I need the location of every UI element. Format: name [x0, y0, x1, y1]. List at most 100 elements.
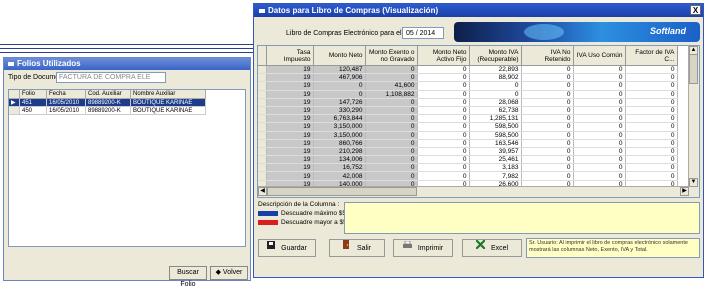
- table-cell[interactable]: 41,600: [365, 81, 418, 91]
- table-cell[interactable]: 0: [365, 155, 418, 165]
- table-cell[interactable]: 0: [625, 106, 678, 116]
- guardar-button[interactable]: Guardar: [258, 239, 316, 257]
- horizontal-scrollbar[interactable]: ◀ ▶: [258, 186, 689, 197]
- table-cell[interactable]: 19: [266, 106, 314, 116]
- tipo-documento-input[interactable]: FACTURA DE COMPRA ELE: [56, 72, 166, 83]
- table-cell[interactable]: 22,893: [469, 65, 522, 75]
- table-cell[interactable]: 0: [573, 114, 626, 124]
- vertical-scrollbar[interactable]: ▲ ▼: [688, 46, 699, 197]
- table-row[interactable]: 19 6,763,844 0 0 1,285,131 0 0 0: [258, 114, 678, 124]
- table-cell[interactable]: 0: [625, 73, 678, 83]
- table-cell[interactable]: 89889200-K: [85, 98, 131, 107]
- table-cell[interactable]: 0: [521, 65, 574, 75]
- table-cell[interactable]: 0: [625, 114, 678, 124]
- table-cell[interactable]: 0: [573, 131, 626, 140]
- table-cell[interactable]: 0: [417, 106, 470, 116]
- table-cell[interactable]: 598,500: [469, 131, 522, 140]
- table-cell[interactable]: 0: [573, 81, 626, 91]
- table-cell[interactable]: 0: [573, 171, 626, 181]
- table-cell[interactable]: 89889200-K: [85, 106, 131, 115]
- table-cell[interactable]: 0: [573, 106, 626, 116]
- table-cell[interactable]: 0: [521, 114, 574, 124]
- table-cell[interactable]: 0: [365, 73, 418, 83]
- table-row[interactable]: 19 3,150,000 0 0 598,500 0 0 0: [258, 122, 678, 132]
- table-cell[interactable]: 19: [266, 131, 314, 140]
- table-cell[interactable]: 42,008: [313, 171, 366, 181]
- table-cell[interactable]: 19: [266, 147, 314, 157]
- table-row[interactable]: 19 134,006 0 0 25,461 0 0 0: [258, 155, 678, 165]
- table-cell[interactable]: 6,763,844: [313, 114, 366, 124]
- table-row[interactable]: 19 120,487 0 0 22,893 0 0 0: [258, 65, 678, 75]
- table-cell[interactable]: 88,902: [469, 73, 522, 83]
- table-cell[interactable]: BOUTIQUE KARINAE: [130, 106, 206, 115]
- table-cell[interactable]: 0: [417, 147, 470, 157]
- table-cell[interactable]: 598,500: [469, 122, 522, 132]
- table-cell[interactable]: 0: [365, 106, 418, 116]
- table-cell[interactable]: 19: [266, 114, 314, 124]
- table-cell[interactable]: 19: [266, 90, 314, 99]
- table-cell[interactable]: 16/05/2010: [46, 106, 86, 115]
- table-cell[interactable]: 163,546: [469, 139, 522, 148]
- column-header[interactable]: IVA Uso Común: [573, 46, 626, 66]
- column-header[interactable]: Fecha: [46, 90, 86, 99]
- table-cell[interactable]: 0: [521, 98, 574, 107]
- table-cell[interactable]: 0: [417, 155, 470, 165]
- table-row[interactable]: 19 860,766 0 0 163,546 0 0 0: [258, 139, 678, 148]
- table-cell[interactable]: 19: [266, 163, 314, 173]
- table-cell[interactable]: 19: [266, 98, 314, 107]
- scroll-thumb[interactable]: [267, 187, 417, 196]
- table-cell[interactable]: 0: [417, 163, 470, 173]
- imprimir-button[interactable]: Imprimir: [393, 239, 453, 257]
- table-cell[interactable]: 0: [365, 171, 418, 181]
- table-cell[interactable]: 19: [266, 155, 314, 165]
- table-cell[interactable]: 0: [417, 90, 470, 99]
- table-cell[interactable]: 0: [365, 147, 418, 157]
- table-cell[interactable]: 0: [573, 139, 626, 148]
- window-menu-icon[interactable]: [259, 8, 265, 13]
- volver-button[interactable]: ◆ Volver: [210, 266, 248, 280]
- table-cell[interactable]: 0: [625, 171, 678, 181]
- table-cell[interactable]: 28,068: [469, 98, 522, 107]
- table-cell[interactable]: 0: [417, 73, 470, 83]
- table-cell[interactable]: 0: [573, 122, 626, 132]
- table-row[interactable]: 19 147,726 0 0 28,068 0 0 0: [258, 98, 678, 107]
- table-cell[interactable]: 19: [266, 171, 314, 181]
- table-cell[interactable]: 330,290: [313, 106, 366, 116]
- column-header[interactable]: Monto Neto: [313, 46, 366, 66]
- table-cell[interactable]: 16,752: [313, 163, 366, 173]
- table-cell[interactable]: 1,108,882: [365, 90, 418, 99]
- table-cell[interactable]: 0: [417, 122, 470, 132]
- table-cell[interactable]: 0: [417, 171, 470, 181]
- table-cell[interactable]: 0: [365, 139, 418, 148]
- table-cell[interactable]: BOUTIQUE KARINAE: [130, 98, 206, 107]
- table-cell[interactable]: 451: [19, 98, 47, 107]
- table-cell[interactable]: 3,150,000: [313, 131, 366, 140]
- table-cell[interactable]: 0: [625, 122, 678, 132]
- table-row[interactable]: 450 16/05/2010 89889200-K BOUTIQUE KARIN…: [9, 106, 206, 115]
- table-row[interactable]: 19 0 41,600 0 0 0 0 0: [258, 81, 678, 91]
- table-cell[interactable]: 62,738: [469, 106, 522, 116]
- table-row[interactable]: 19 467,906 0 0 88,902 0 0 0: [258, 73, 678, 83]
- column-header[interactable]: Factor de IVA C...: [625, 46, 678, 66]
- table-cell[interactable]: 0: [365, 98, 418, 107]
- table-cell[interactable]: 0: [521, 163, 574, 173]
- salir-button[interactable]: Salir: [329, 239, 385, 257]
- table-row[interactable]: ▶ 451 16/05/2010 89889200-K BOUTIQUE KAR…: [9, 98, 206, 107]
- table-cell[interactable]: 0: [521, 131, 574, 140]
- table-cell[interactable]: 0: [625, 131, 678, 140]
- table-cell[interactable]: 1,285,131: [469, 114, 522, 124]
- table-cell[interactable]: 0: [365, 65, 418, 75]
- table-cell[interactable]: 0: [625, 98, 678, 107]
- excel-button[interactable]: Excel: [462, 239, 522, 257]
- table-cell[interactable]: 860,766: [313, 139, 366, 148]
- table-cell[interactable]: 0: [625, 139, 678, 148]
- table-cell[interactable]: 0: [573, 163, 626, 173]
- table-cell[interactable]: 0: [417, 81, 470, 91]
- table-cell[interactable]: 0: [573, 73, 626, 83]
- column-header[interactable]: IVA No Retenido: [521, 46, 574, 66]
- table-cell[interactable]: 210,298: [313, 147, 366, 157]
- table-cell[interactable]: 19: [266, 122, 314, 132]
- table-cell[interactable]: 450: [19, 106, 47, 115]
- column-header[interactable]: Monto Exento o no Gravado: [365, 46, 418, 66]
- column-header[interactable]: Monto IVA (Recuperable): [469, 46, 522, 66]
